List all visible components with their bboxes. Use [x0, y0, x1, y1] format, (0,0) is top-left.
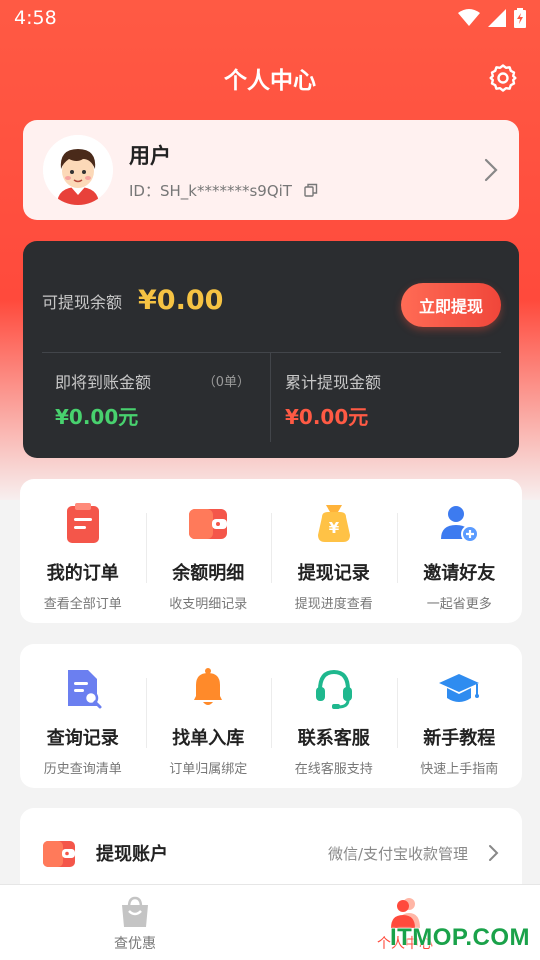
divider	[270, 352, 271, 442]
svg-text:¥: ¥	[329, 519, 340, 537]
grid-subtitle: 收支明细记录	[169, 597, 248, 612]
status-time: 4:58	[14, 7, 57, 29]
headset-icon	[315, 669, 352, 709]
search-document-icon	[67, 670, 102, 709]
wallet-icon	[43, 841, 75, 867]
copy-icon[interactable]	[304, 183, 318, 197]
grid-subtitle: 提现进度查看	[294, 597, 373, 612]
my-orders-button[interactable]: 我的订单 查看全部订单	[20, 479, 146, 623]
grid-title: 找单入库	[172, 728, 245, 749]
order-clipboard-icon	[66, 503, 99, 543]
pending-amount-value: ¥0.00元	[55, 405, 139, 429]
money-bag-icon: ¥	[317, 505, 350, 542]
wallet-icon	[189, 509, 228, 539]
gear-icon	[489, 64, 517, 92]
user-id-row: ID：SH_k*******s9QiT	[129, 180, 483, 201]
status-icons	[458, 8, 526, 28]
page-title: 个人中心	[224, 68, 316, 94]
watermark: ITMOP.COM	[389, 924, 530, 951]
find-order-button[interactable]: 找单入库 订单归属绑定	[145, 644, 272, 788]
total-withdrawn-label: 累计提现金额	[285, 373, 382, 392]
graduation-cap-icon	[439, 674, 480, 702]
withdraw-account-desc: 微信/支付宝收款管理	[327, 844, 468, 863]
bell-icon	[194, 668, 223, 705]
grid-subtitle: 历史查询清单	[43, 762, 122, 777]
total-withdrawn-value: ¥0.00元	[285, 405, 369, 429]
chevron-right-icon	[489, 845, 499, 861]
grid-title: 余额明细	[172, 563, 245, 584]
tab-deals[interactable]: 查优惠	[0, 885, 270, 960]
profile-text: 用户 ID：SH_k*******s9QiT	[129, 140, 483, 201]
chevron-right-icon	[484, 158, 498, 182]
balance-card: 可提现余额 ¥0.00 立即提现 即将到账金额 （0单） ¥0.00元 累计提现…	[23, 241, 519, 458]
withdraw-account-label: 提现账户	[96, 844, 168, 865]
beginner-guide-button[interactable]: 新手教程 快速上手指南	[396, 644, 523, 788]
divider	[42, 352, 501, 353]
quick-actions-grid-2: 查询记录 历史查询清单 找单入库 订单归属绑定 联系客服 在线客服支持 新手教程	[20, 644, 522, 788]
withdraw-record-button[interactable]: ¥ 提现记录 提现进度查看	[271, 479, 397, 623]
user-id: ID：SH_k*******s9QiT	[129, 181, 292, 200]
wifi-icon	[458, 9, 480, 26]
grid-subtitle: 在线客服支持	[294, 762, 373, 777]
add-user-icon	[441, 506, 480, 543]
shopping-bag-icon	[122, 896, 148, 927]
invite-friends-button[interactable]: 邀请好友 一起省更多	[396, 479, 523, 623]
quick-actions-grid-1: 我的订单 查看全部订单 余额明细 收支明细记录 ¥ 提现记录 提现进度查看 邀请…	[20, 479, 522, 623]
available-balance: 可提现余额 ¥0.00	[42, 285, 223, 316]
grid-title: 查询记录	[46, 728, 119, 749]
pending-order-count: （0单）	[202, 375, 250, 390]
grid-title: 我的订单	[46, 563, 119, 584]
grid-subtitle: 订单归属绑定	[169, 762, 248, 777]
available-balance-value: ¥0.00	[138, 285, 224, 316]
top-nav: 个人中心	[0, 52, 540, 104]
status-bar: 4:58	[0, 0, 540, 36]
grid-title: 联系客服	[297, 728, 370, 749]
grid-subtitle: 查看全部订单	[43, 597, 122, 612]
total-withdrawn: 累计提现金额 ¥0.00元	[285, 369, 381, 430]
grid-title: 邀请好友	[423, 563, 496, 584]
withdraw-now-button[interactable]: 立即提现	[401, 283, 501, 327]
tab-label: 查优惠	[114, 936, 156, 952]
signal-icon	[488, 9, 506, 27]
balance-detail-button[interactable]: 余额明细 收支明细记录	[145, 479, 272, 623]
grid-title: 新手教程	[423, 728, 496, 749]
contact-support-button[interactable]: 联系客服 在线客服支持	[271, 644, 397, 788]
available-balance-label: 可提现余额	[42, 292, 123, 312]
user-name: 用户	[129, 143, 171, 168]
pending-amount: 即将到账金额 （0单） ¥0.00元	[55, 369, 250, 430]
battery-icon	[514, 8, 526, 28]
query-record-button[interactable]: 查询记录 历史查询清单	[20, 644, 146, 788]
profile-card[interactable]: 用户 ID：SH_k*******s9QiT	[23, 120, 519, 220]
settings-button[interactable]	[488, 63, 518, 93]
avatar	[43, 135, 113, 205]
grid-subtitle: 快速上手指南	[420, 762, 499, 777]
grid-title: 提现记录	[297, 563, 370, 584]
grid-subtitle: 一起省更多	[426, 597, 492, 612]
